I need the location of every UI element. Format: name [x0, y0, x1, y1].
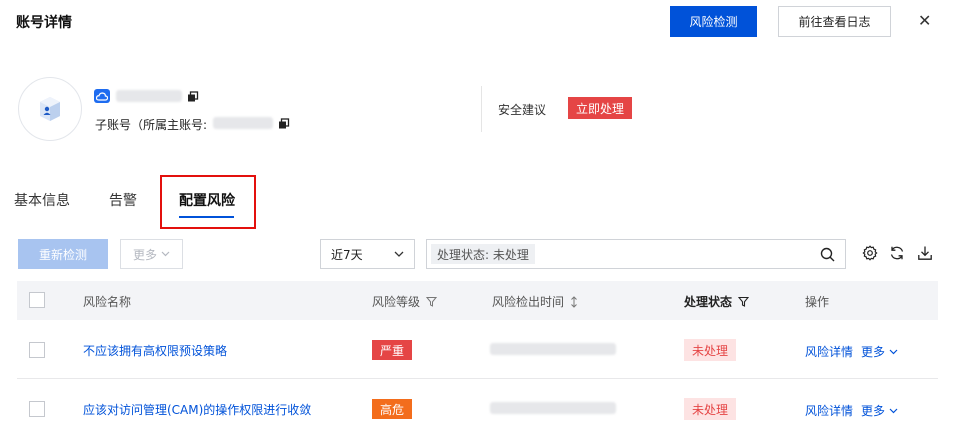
sort-icon[interactable]	[570, 295, 578, 308]
column-status[interactable]: 处理状态	[684, 293, 750, 310]
column-detected-time[interactable]: 风险检出时间	[492, 293, 578, 310]
status-badge: 未处理	[684, 339, 737, 361]
filter-icon[interactable]	[738, 296, 750, 307]
column-actions: 操作	[805, 295, 830, 309]
user-box-icon	[40, 97, 60, 121]
column-risk-name: 风险名称	[83, 295, 132, 309]
chevron-down-icon	[161, 251, 170, 257]
settings-gear-icon[interactable]	[862, 245, 878, 261]
chevron-down-icon	[889, 408, 898, 413]
highlight-frame	[160, 175, 256, 229]
cloud-account-icon	[94, 89, 110, 103]
risk-detail-link[interactable]: 风险详情	[805, 343, 853, 360]
column-detected-time-label: 风险检出时间	[492, 295, 565, 309]
risk-name-link[interactable]: 不应该拥有高权限预设策略	[83, 342, 227, 359]
row-checkbox[interactable]	[29, 401, 45, 417]
row-actions: 风险详情 更多	[805, 402, 898, 419]
severity-badge-high: 高危	[372, 399, 413, 419]
time-range-select[interactable]: 近7天	[320, 239, 415, 269]
account-name-redacted	[116, 90, 182, 102]
table-header	[17, 281, 938, 320]
risk-name-link[interactable]: 应该对访问管理(CAM)的操作权限进行收敛	[83, 401, 311, 418]
severity-badge-critical: 严重	[372, 340, 413, 360]
sub-account-label: 子账号（所属主账号:	[95, 118, 208, 132]
column-risk-level-label: 风险等级	[372, 295, 421, 309]
more-actions-link[interactable]: 更多	[861, 402, 885, 419]
chevron-down-icon	[889, 349, 898, 354]
filter-tag[interactable]: 处理状态: 未处理	[431, 244, 535, 264]
handle-now-button[interactable]: 立即处理	[568, 97, 633, 119]
detected-time-redacted	[490, 343, 616, 355]
row-divider	[17, 378, 938, 379]
row-checkbox[interactable]	[29, 342, 45, 358]
page-title: 账号详情	[16, 15, 72, 31]
avatar	[18, 77, 82, 141]
filter-icon[interactable]	[426, 296, 438, 307]
select-all-checkbox[interactable]	[29, 292, 45, 308]
row-actions: 风险详情 更多	[805, 343, 898, 360]
recheck-button[interactable]: 重新检测	[18, 239, 108, 269]
view-log-button[interactable]: 前往查看日志	[778, 6, 891, 37]
refresh-icon[interactable]	[889, 245, 905, 261]
time-range-value: 近7天	[331, 247, 363, 262]
chevron-down-icon	[394, 251, 404, 257]
main-account-redacted	[213, 117, 273, 129]
more-label: 更多	[132, 247, 157, 262]
risk-check-button[interactable]: 风险检测	[670, 6, 757, 37]
search-icon[interactable]	[820, 247, 835, 262]
tab-alerts[interactable]: 告警	[109, 190, 137, 210]
status-badge: 未处理	[684, 398, 737, 420]
risk-detail-link[interactable]: 风险详情	[805, 402, 853, 419]
tab-basic-info[interactable]: 基本信息	[14, 190, 70, 210]
more-dropdown-button[interactable]: 更多	[120, 239, 183, 269]
close-icon[interactable]: ✕	[918, 11, 931, 30]
column-status-label: 处理状态	[684, 295, 733, 309]
column-risk-level[interactable]: 风险等级	[372, 293, 438, 310]
copy-icon[interactable]	[187, 91, 199, 103]
copy-icon[interactable]	[278, 118, 290, 130]
security-advice-label: 安全建议	[498, 103, 547, 117]
download-icon[interactable]	[917, 245, 933, 261]
divider	[481, 86, 482, 132]
more-actions-link[interactable]: 更多	[861, 343, 885, 360]
detected-time-redacted	[490, 402, 616, 414]
search-input[interactable]: 处理状态: 未处理	[426, 239, 846, 269]
